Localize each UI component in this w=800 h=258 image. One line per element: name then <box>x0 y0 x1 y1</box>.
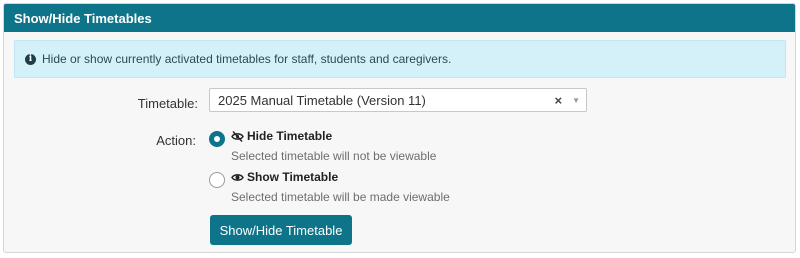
hide-timetable-label: Hide Timetable <box>247 129 333 143</box>
hide-timetable-description: Selected timetable will not be viewable <box>231 149 437 163</box>
eye-icon <box>231 173 244 181</box>
hide-timetable-radio[interactable] <box>209 131 225 147</box>
timetable-select[interactable]: 2025 Manual Timetable (Version 11) × ▼ <box>209 88 587 112</box>
action-label: Action: <box>156 133 196 148</box>
hide-timetable-option-title: Hide Timetable <box>231 129 332 143</box>
show-timetable-description: Selected timetable will be made viewable <box>231 190 450 204</box>
eye-slash-icon <box>231 130 244 142</box>
caret-down-icon[interactable]: ▼ <box>572 96 580 105</box>
show-timetable-option-title: Show Timetable <box>231 170 338 184</box>
show-timetable-radio[interactable] <box>209 172 225 188</box>
show-hide-timetable-button[interactable]: Show/Hide Timetable <box>210 215 352 245</box>
show-hide-timetables-panel: Show/Hide Timetables i Hide or show curr… <box>3 3 796 253</box>
info-alert-text: Hide or show currently activated timetab… <box>42 52 452 66</box>
panel-header: Show/Hide Timetables <box>4 4 795 32</box>
timetable-select-value: 2025 Manual Timetable (Version 11) <box>218 92 426 108</box>
info-icon: i <box>25 53 36 65</box>
timetable-label: Timetable: <box>137 96 198 111</box>
panel-title: Show/Hide Timetables <box>14 10 152 26</box>
show-timetable-label: Show Timetable <box>247 170 339 184</box>
info-alert: i Hide or show currently activated timet… <box>14 40 786 78</box>
clear-selection-icon[interactable]: × <box>554 93 562 108</box>
